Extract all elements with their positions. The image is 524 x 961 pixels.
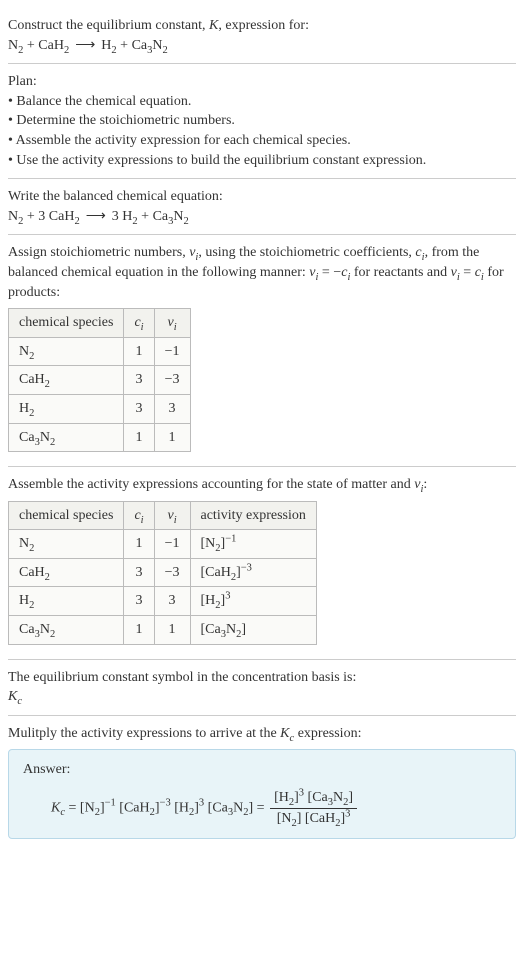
col-ci: ci bbox=[124, 501, 154, 530]
cell-ci: 3 bbox=[124, 366, 154, 395]
cell-species: CaH2 bbox=[9, 558, 124, 587]
species: 3 CaH2 bbox=[38, 209, 79, 224]
balanced-section: Write the balanced chemical equation: N2… bbox=[8, 179, 516, 235]
balanced-equation: N2 + 3 CaH2 ⟶ 3 H2 + Ca3N2 bbox=[8, 207, 516, 227]
answer-label: Answer: bbox=[23, 760, 501, 780]
arrow-icon: ⟶ bbox=[75, 36, 95, 56]
cell-nui: −1 bbox=[154, 337, 190, 366]
activity-paragraph: Assemble the activity expressions accoun… bbox=[8, 475, 516, 495]
cell-activity: [N2]−1 bbox=[190, 530, 316, 559]
table-row: CaH2 3 −3 bbox=[9, 366, 191, 395]
fraction: [H2]3 [Ca3N2][N2] [CaH2]3 bbox=[270, 788, 357, 828]
symbol-paragraph: The equilibrium constant symbol in the c… bbox=[8, 668, 516, 688]
plan-bullet: • Determine the stoichiometric numbers. bbox=[8, 111, 516, 131]
cell-ci: 1 bbox=[124, 423, 154, 452]
cell-nui: 3 bbox=[154, 587, 190, 616]
answer-box: Answer: Kc = [N2]−1 [CaH2]−3 [H2]3 [Ca3N… bbox=[8, 749, 516, 839]
kc-expression: Kc = [N2]−1 [CaH2]−3 [H2]3 [Ca3N2] = [H2… bbox=[51, 788, 501, 828]
cell-species: H2 bbox=[9, 394, 124, 423]
col-species: chemical species bbox=[9, 309, 124, 338]
species: Ca3N2 bbox=[153, 209, 189, 224]
col-activity: activity expression bbox=[190, 501, 316, 530]
cell-nui: 3 bbox=[154, 394, 190, 423]
cell-nui: 1 bbox=[154, 423, 190, 452]
cell-ci: 1 bbox=[124, 530, 154, 559]
cell-species: N2 bbox=[9, 337, 124, 366]
cell-activity: [CaH2]−3 bbox=[190, 558, 316, 587]
cell-nui: −3 bbox=[154, 366, 190, 395]
answer-section: Mulitply the activity expressions to arr… bbox=[8, 716, 516, 847]
numerator: [H2]3 [Ca3N2] bbox=[270, 788, 357, 809]
k-symbol: K bbox=[209, 18, 218, 33]
stoich-section: Assign stoichiometric numbers, νi, using… bbox=[8, 235, 516, 467]
stoich-paragraph: Assign stoichiometric numbers, νi, using… bbox=[8, 243, 516, 302]
cell-activity: [Ca3N2] bbox=[190, 616, 316, 645]
col-ci: ci bbox=[124, 309, 154, 338]
cell-nui: −3 bbox=[154, 558, 190, 587]
table-header-row: chemical species ci νi bbox=[9, 309, 191, 338]
plus: + bbox=[138, 209, 153, 224]
balanced-title: Write the balanced chemical equation: bbox=[8, 187, 516, 207]
plan-title: Plan: bbox=[8, 72, 516, 92]
denominator: [N2] [CaH2]3 bbox=[270, 809, 357, 829]
species: Ca3N2 bbox=[132, 38, 168, 53]
cell-species: CaH2 bbox=[9, 366, 124, 395]
multiply-paragraph: Mulitply the activity expressions to arr… bbox=[8, 724, 516, 744]
species: CaH2 bbox=[38, 38, 69, 53]
plan-bullet: • Balance the chemical equation. bbox=[8, 92, 516, 112]
species: N2 bbox=[8, 209, 23, 224]
kc-symbol: Kc bbox=[8, 687, 516, 707]
species: 3 H2 bbox=[112, 209, 138, 224]
cell-species: N2 bbox=[9, 530, 124, 559]
table-row: CaH2 3 −3 [CaH2]−3 bbox=[9, 558, 317, 587]
col-nui: νi bbox=[154, 309, 190, 338]
prompt-line1: Construct the equilibrium constant, K, e… bbox=[8, 16, 516, 36]
cell-nui: −1 bbox=[154, 530, 190, 559]
species: N2 bbox=[8, 38, 23, 53]
table-row: Ca3N2 1 1 [Ca3N2] bbox=[9, 616, 317, 645]
plus: + bbox=[117, 38, 132, 53]
table-row: N2 1 −1 bbox=[9, 337, 191, 366]
unbalanced-equation: N2 + CaH2 ⟶ H2 + Ca3N2 bbox=[8, 36, 516, 56]
plan-section: Plan: • Balance the chemical equation. •… bbox=[8, 64, 516, 179]
plan-bullet: • Use the activity expressions to build … bbox=[8, 151, 516, 171]
text: Construct the equilibrium constant, bbox=[8, 18, 209, 33]
stoich-table: chemical species ci νi N2 1 −1 CaH2 3 −3… bbox=[8, 308, 191, 452]
cell-ci: 1 bbox=[124, 616, 154, 645]
cell-species: H2 bbox=[9, 587, 124, 616]
plus: + bbox=[23, 38, 38, 53]
col-nui: νi bbox=[154, 501, 190, 530]
species: H2 bbox=[101, 38, 116, 53]
table-row: Ca3N2 1 1 bbox=[9, 423, 191, 452]
activity-section: Assemble the activity expressions accoun… bbox=[8, 467, 516, 660]
cell-ci: 3 bbox=[124, 587, 154, 616]
cell-ci: 3 bbox=[124, 394, 154, 423]
activity-table: chemical species ci νi activity expressi… bbox=[8, 501, 317, 645]
table-row: H2 3 3 bbox=[9, 394, 191, 423]
plan-bullet: • Assemble the activity expression for e… bbox=[8, 131, 516, 151]
arrow-icon: ⟶ bbox=[86, 207, 106, 227]
table-row: N2 1 −1 [N2]−1 bbox=[9, 530, 317, 559]
table-header-row: chemical species ci νi activity expressi… bbox=[9, 501, 317, 530]
cell-nui: 1 bbox=[154, 616, 190, 645]
cell-ci: 3 bbox=[124, 558, 154, 587]
col-species: chemical species bbox=[9, 501, 124, 530]
table-row: H2 3 3 [H2]3 bbox=[9, 587, 317, 616]
cell-activity: [H2]3 bbox=[190, 587, 316, 616]
prompt-section: Construct the equilibrium constant, K, e… bbox=[8, 8, 516, 64]
cell-species: Ca3N2 bbox=[9, 616, 124, 645]
text: , expression for: bbox=[218, 18, 309, 33]
cell-ci: 1 bbox=[124, 337, 154, 366]
symbol-section: The equilibrium constant symbol in the c… bbox=[8, 660, 516, 716]
plus: + bbox=[23, 209, 38, 224]
cell-species: Ca3N2 bbox=[9, 423, 124, 452]
